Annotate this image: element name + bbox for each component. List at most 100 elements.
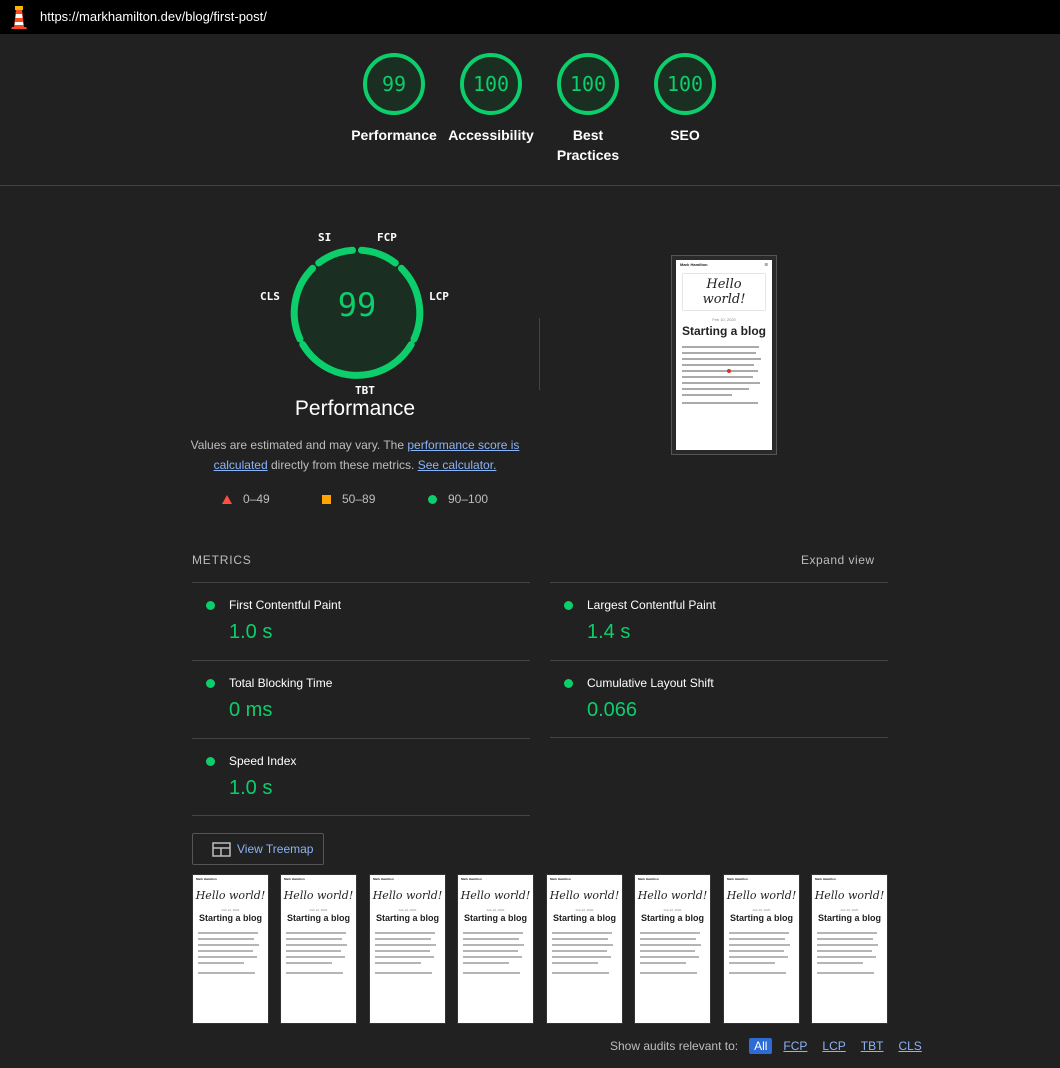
filmstrip-frame: Mark Hamilton Hello world! Feb 10, 2020 Sta… bbox=[192, 874, 269, 1024]
metric-si[interactable]: Speed Index 1.0 s bbox=[192, 738, 530, 816]
category-gauges: 99 Performance 100 Accessibility 100 Bes… bbox=[0, 34, 1060, 186]
frame-site-name: Mark Hamilton bbox=[638, 877, 659, 881]
filter-fcp[interactable]: FCP bbox=[779, 1038, 811, 1054]
divider bbox=[192, 815, 530, 816]
frame-title: Starting a blog bbox=[730, 913, 793, 923]
legend-fail: 0–49 bbox=[222, 492, 270, 506]
performance-section: 99 SI FCP LCP TBT CLS Performance Values… bbox=[0, 186, 1060, 526]
page-url[interactable]: https://markhamilton.dev/blog/first-post… bbox=[40, 9, 267, 24]
treemap-icon bbox=[212, 841, 231, 857]
filter-all[interactable]: All bbox=[749, 1038, 773, 1054]
frame-title: Starting a blog bbox=[818, 913, 881, 923]
metric-title: Total Blocking Time bbox=[229, 676, 333, 690]
view-treemap-button[interactable]: View Treemap bbox=[192, 833, 324, 865]
frame-site-name: Mark Hamilton bbox=[284, 877, 305, 881]
frame-site-name: Mark Hamilton bbox=[196, 877, 217, 881]
square-icon bbox=[322, 494, 331, 504]
gauge-seo[interactable]: 100 SEO bbox=[637, 52, 733, 145]
legend-average: 50–89 bbox=[322, 492, 375, 506]
frame-text bbox=[552, 932, 617, 974]
metric-value: 1.0 s bbox=[229, 621, 273, 643]
metric-title: Speed Index bbox=[229, 754, 297, 768]
performance-score: 99 bbox=[337, 286, 377, 324]
frame-text bbox=[375, 932, 440, 974]
frame-title: Starting a blog bbox=[553, 913, 616, 923]
gauge-score: 100 bbox=[569, 72, 607, 96]
gauge-label-cls[interactable]: CLS bbox=[260, 290, 280, 303]
gauge-score: 100 bbox=[666, 72, 704, 96]
metric-title: First Contentful Paint bbox=[229, 598, 342, 612]
expand-view-toggle[interactable]: Expand view bbox=[801, 553, 875, 567]
frame-hello: Hello world! bbox=[460, 889, 531, 902]
frame-hello: Hello world! bbox=[549, 889, 620, 902]
metric-value: 1.0 s bbox=[229, 777, 273, 799]
filter-lcp[interactable]: LCP bbox=[818, 1038, 849, 1054]
frame-hello: Hello world! bbox=[372, 889, 443, 902]
filmstrip-frame: Mark Hamilton Hello world! Feb 10, 2020 Sta… bbox=[811, 874, 888, 1024]
filmstrip-frame: Mark Hamilton Hello world! Feb 10, 2020 Sta… bbox=[634, 874, 711, 1024]
filmstrip-frame: Mark Hamilton Hello world! Feb 10, 2020 Sta… bbox=[546, 874, 623, 1024]
gauge-label: SEO bbox=[670, 127, 700, 143]
see-calculator-link[interactable]: See calculator. bbox=[418, 458, 497, 472]
gauge-performance[interactable]: 99 Performance bbox=[346, 52, 442, 145]
gauge-best-practices[interactable]: 100 Best Practices bbox=[540, 52, 636, 165]
filmstrip: Mark Hamilton Hello world! Feb 10, 2020 Sta… bbox=[192, 874, 888, 1024]
metric-value: 1.4 s bbox=[587, 621, 631, 643]
frame-hello: Hello world! bbox=[283, 889, 354, 902]
gauge-accessibility[interactable]: 100 Accessibility bbox=[443, 52, 539, 145]
screenshot-text bbox=[682, 346, 766, 404]
performance-description: Values are estimated and may vary. The p… bbox=[190, 438, 520, 472]
audit-filter-bar: Show audits relevant to: All FCP LCP TBT… bbox=[610, 1038, 926, 1054]
screenshot-site-name: Mark Hamilton bbox=[680, 262, 708, 267]
triangle-icon bbox=[222, 494, 232, 504]
filter-label: Show audits relevant to: bbox=[610, 1039, 739, 1053]
frame-text bbox=[729, 932, 794, 974]
legend-pass: 90–100 bbox=[428, 492, 488, 506]
gauge-label-fcp[interactable]: FCP bbox=[377, 231, 397, 244]
screenshot-date: Feb 10, 2020 bbox=[712, 317, 736, 322]
filmstrip-frame: Mark Hamilton Hello world! Feb 10, 2020 Sta… bbox=[280, 874, 357, 1024]
final-screenshot[interactable]: Mark Hamilton ☰ Hello world! Feb 10, 2020… bbox=[671, 255, 777, 455]
marker-dot-icon bbox=[727, 369, 731, 373]
frame-text bbox=[286, 932, 351, 974]
metric-title: Largest Contentful Paint bbox=[587, 598, 716, 612]
gauge-label-lcp[interactable]: LCP bbox=[429, 290, 449, 303]
metric-value: 0 ms bbox=[229, 699, 273, 721]
metric-cls[interactable]: Cumulative Layout Shift 0.066 bbox=[550, 660, 888, 738]
divider bbox=[539, 318, 540, 390]
gauge-label-si[interactable]: SI bbox=[318, 231, 331, 244]
gauge-label: Accessibility bbox=[448, 127, 534, 143]
filmstrip-frame: Mark Hamilton Hello world! Feb 10, 2020 Sta… bbox=[369, 874, 446, 1024]
circle-icon bbox=[428, 494, 437, 504]
metric-title: Cumulative Layout Shift bbox=[587, 676, 714, 690]
metric-lcp[interactable]: Largest Contentful Paint 1.4 s bbox=[550, 582, 888, 660]
metric-tbt[interactable]: Total Blocking Time 0 ms bbox=[192, 660, 530, 738]
frame-title: Starting a blog bbox=[199, 913, 262, 923]
frame-site-name: Mark Hamilton bbox=[727, 877, 748, 881]
frame-hello: Hello world! bbox=[195, 889, 266, 902]
gauge-label-tbt[interactable]: TBT bbox=[355, 384, 375, 397]
filmstrip-frame: Mark Hamilton Hello world! Feb 10, 2020 Sta… bbox=[723, 874, 800, 1024]
filmstrip-frame: Mark Hamilton Hello world! Feb 10, 2020 Sta… bbox=[457, 874, 534, 1024]
frame-hello: Hello world! bbox=[726, 889, 797, 902]
frame-site-name: Mark Hamilton bbox=[461, 877, 482, 881]
frame-text bbox=[463, 932, 528, 974]
top-bar: https://markhamilton.dev/blog/first-post… bbox=[0, 0, 1060, 34]
gauge-label: Best Practices bbox=[556, 127, 620, 163]
metric-fcp[interactable]: First Contentful Paint 1.0 s bbox=[192, 582, 530, 660]
menu-icon: ☰ bbox=[764, 262, 768, 267]
gauge-score: 99 bbox=[381, 72, 407, 96]
frame-title: Starting a blog bbox=[287, 913, 350, 923]
screenshot-page: Mark Hamilton ☰ Hello world! Feb 10, 2020… bbox=[676, 260, 772, 450]
frame-title: Starting a blog bbox=[464, 913, 527, 923]
gauge-score: 100 bbox=[472, 72, 510, 96]
frame-hello: Hello world! bbox=[637, 889, 708, 902]
metrics-heading: METRICS bbox=[192, 553, 252, 567]
filter-cls[interactable]: CLS bbox=[894, 1038, 925, 1054]
frame-text bbox=[198, 932, 263, 974]
pass-dot-icon bbox=[206, 601, 215, 610]
gauge-label: Performance bbox=[351, 127, 437, 143]
divider bbox=[550, 737, 888, 738]
filter-tbt[interactable]: TBT bbox=[857, 1038, 888, 1054]
lighthouse-logo-icon bbox=[11, 6, 27, 29]
